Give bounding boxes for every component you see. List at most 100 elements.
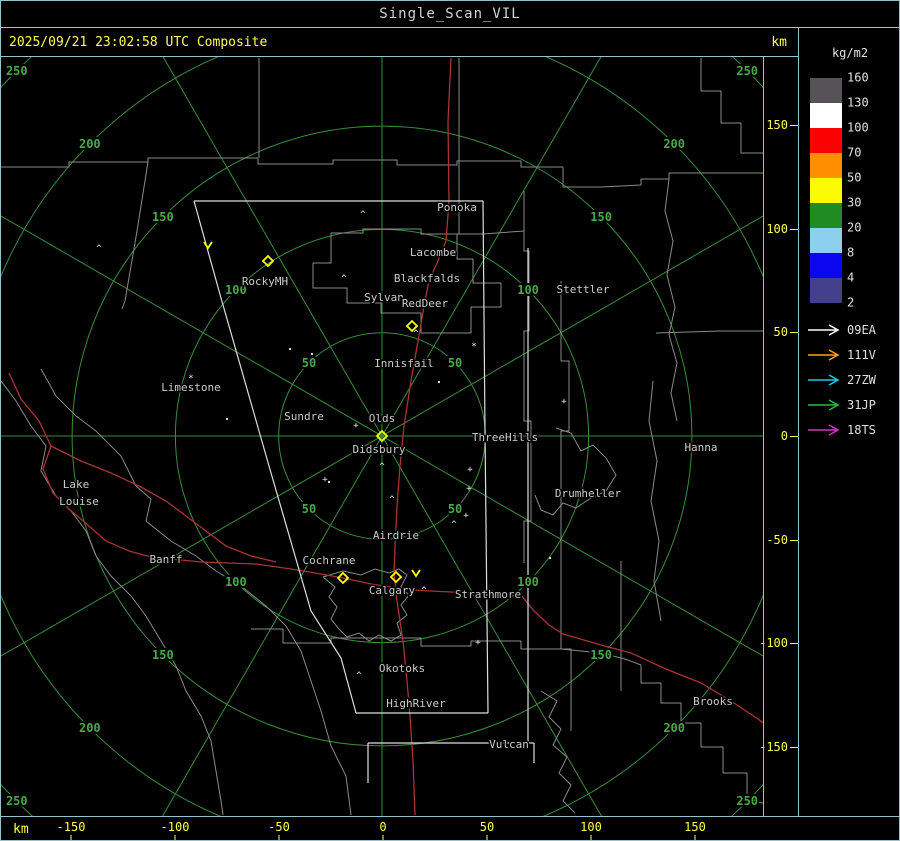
bottom-axis-tick xyxy=(278,835,280,840)
legend-unit-label: kg/m2 xyxy=(831,46,869,60)
range-ring-label: 250 xyxy=(736,794,758,808)
bottom-axis-label: -50 xyxy=(268,820,290,834)
town-marker-icon: + xyxy=(322,475,328,485)
town-marker-icon: ^ xyxy=(451,520,457,530)
town-marker-icon: ^ xyxy=(379,462,385,472)
city-label-airdrie: Airdrie xyxy=(373,529,419,542)
county-boundary xyxy=(540,690,576,814)
city-label-okotoks: Okotoks xyxy=(379,662,425,675)
range-ring-label: 150 xyxy=(590,210,612,224)
city-label-vulcan: Vulcan xyxy=(489,738,529,751)
highway-line xyxy=(8,372,152,558)
town-marker-icon: * xyxy=(471,342,476,352)
town-marker-icon: + xyxy=(475,638,481,648)
radar-app-window: Single_Scan_VIL 2025/09/21 23:02:58 UTC … xyxy=(0,0,900,841)
legend-scale-label: 8 xyxy=(847,245,855,260)
city-label-strathmore: Strathmore xyxy=(455,588,521,601)
county-boundary xyxy=(121,161,149,310)
radar-legend-row: 31JP xyxy=(807,398,897,412)
legend-swatch xyxy=(810,253,842,278)
right-axis-label: 150 xyxy=(766,118,788,132)
right-axis-tick xyxy=(790,540,798,541)
city-label-didsbury: Didsbury xyxy=(353,443,406,456)
right-axis-tick xyxy=(790,436,798,437)
county-boundary xyxy=(1,157,258,168)
right-axis-tick xyxy=(790,125,798,126)
city-label-sundre: Sundre xyxy=(284,410,324,423)
town-marker-icon: + xyxy=(467,465,473,475)
city-label-lacombe: Lacombe xyxy=(410,246,456,259)
chevron-marker-icon xyxy=(203,241,213,250)
window-title: Single_Scan_VIL xyxy=(1,1,899,28)
range-ring-label: 250 xyxy=(6,64,28,78)
county-boundary xyxy=(560,281,570,561)
radar-id-label: 31JP xyxy=(847,398,876,412)
right-axis-label: -50 xyxy=(766,533,788,547)
radar-id-label: 09EA xyxy=(847,323,876,337)
town-dot-icon xyxy=(311,353,313,355)
county-boundary xyxy=(331,228,525,235)
radar-legend-row: 111V xyxy=(807,348,897,362)
county-boundary xyxy=(534,427,617,516)
range-ring-label: 200 xyxy=(79,137,101,151)
radar-site-diamond-icon xyxy=(389,570,403,584)
city-label-rockymh: RockyMH xyxy=(242,275,288,288)
town-marker-icon: * xyxy=(188,374,193,384)
town-marker-icon: + xyxy=(353,421,359,431)
town-marker-icon: ^ xyxy=(360,210,366,220)
right-axis-unit-label: km xyxy=(771,35,787,50)
range-ring-label: 50 xyxy=(302,356,316,370)
legend-swatch xyxy=(810,78,842,103)
town-dot-icon xyxy=(328,481,330,483)
map-right-border xyxy=(763,57,764,816)
right-axis-tick xyxy=(790,229,798,230)
right-axis-tick xyxy=(790,643,798,644)
city-label-hanna: Hanna xyxy=(684,441,717,454)
bottom-axis-label: -150 xyxy=(56,820,86,834)
town-marker-icon: ^ xyxy=(421,586,427,596)
legend-swatch xyxy=(810,278,842,303)
chevron-marker-icon xyxy=(411,569,421,578)
right-axis-label: 0 xyxy=(780,429,788,443)
county-boundary xyxy=(257,158,563,168)
bottom-axis-unit-label: km xyxy=(13,822,29,837)
right-axis-tick xyxy=(790,747,798,748)
range-ring-label: 150 xyxy=(152,210,174,224)
city-label-calgary: Calgary xyxy=(369,584,416,597)
county-boundary xyxy=(560,648,764,804)
legend-scale-label: 70 xyxy=(847,145,862,160)
range-ring-label: 250 xyxy=(6,794,28,808)
city-label-drumheller: Drumheller xyxy=(555,487,622,500)
city-label-innisfail: Innisfail xyxy=(374,357,434,370)
city-label-threehills: ThreeHills xyxy=(472,431,538,444)
county-boundary xyxy=(655,330,763,334)
radar-arrow-icon xyxy=(808,424,840,436)
radar-id-label: 111V xyxy=(847,348,876,362)
scan-sector-line xyxy=(482,200,489,714)
legend-swatch xyxy=(810,103,842,128)
county-boundary xyxy=(1,380,224,816)
radar-arrow-icon xyxy=(808,349,840,361)
radar-legend-row: 09EA xyxy=(807,323,897,337)
legend-scale-label: 160 xyxy=(847,70,869,85)
city-label-stettler: Stettler xyxy=(557,283,610,296)
legend-scale-label: 130 xyxy=(847,95,869,110)
legend-swatch xyxy=(810,178,842,203)
bottom-axis-tick xyxy=(70,835,72,840)
right-axis-label: 50 xyxy=(773,325,788,339)
legend-swatch xyxy=(810,203,842,228)
county-boundary xyxy=(560,521,572,731)
town-dot-icon xyxy=(549,557,551,559)
city-label-highriver: HighRiver xyxy=(386,697,446,710)
town-marker-icon: ^ xyxy=(389,495,395,505)
bottom-axis-tick xyxy=(382,835,384,840)
range-ring-label: 200 xyxy=(663,137,685,151)
range-ring-label: 150 xyxy=(152,648,174,662)
radar-map[interactable]: 50 100 150 200 250 50 100 150 200 250 50 100 150 200 2… xyxy=(1,57,764,816)
range-ring-label: 50 xyxy=(448,356,462,370)
radar-arrow-icon xyxy=(808,324,840,336)
town-marker-icon: ^ xyxy=(96,244,102,254)
bottom-axis-tick xyxy=(486,835,488,840)
radar-id-label: 18TS xyxy=(847,423,876,437)
scan-timestamp: 2025/09/21 23:02:58 UTC Composite xyxy=(9,35,268,50)
